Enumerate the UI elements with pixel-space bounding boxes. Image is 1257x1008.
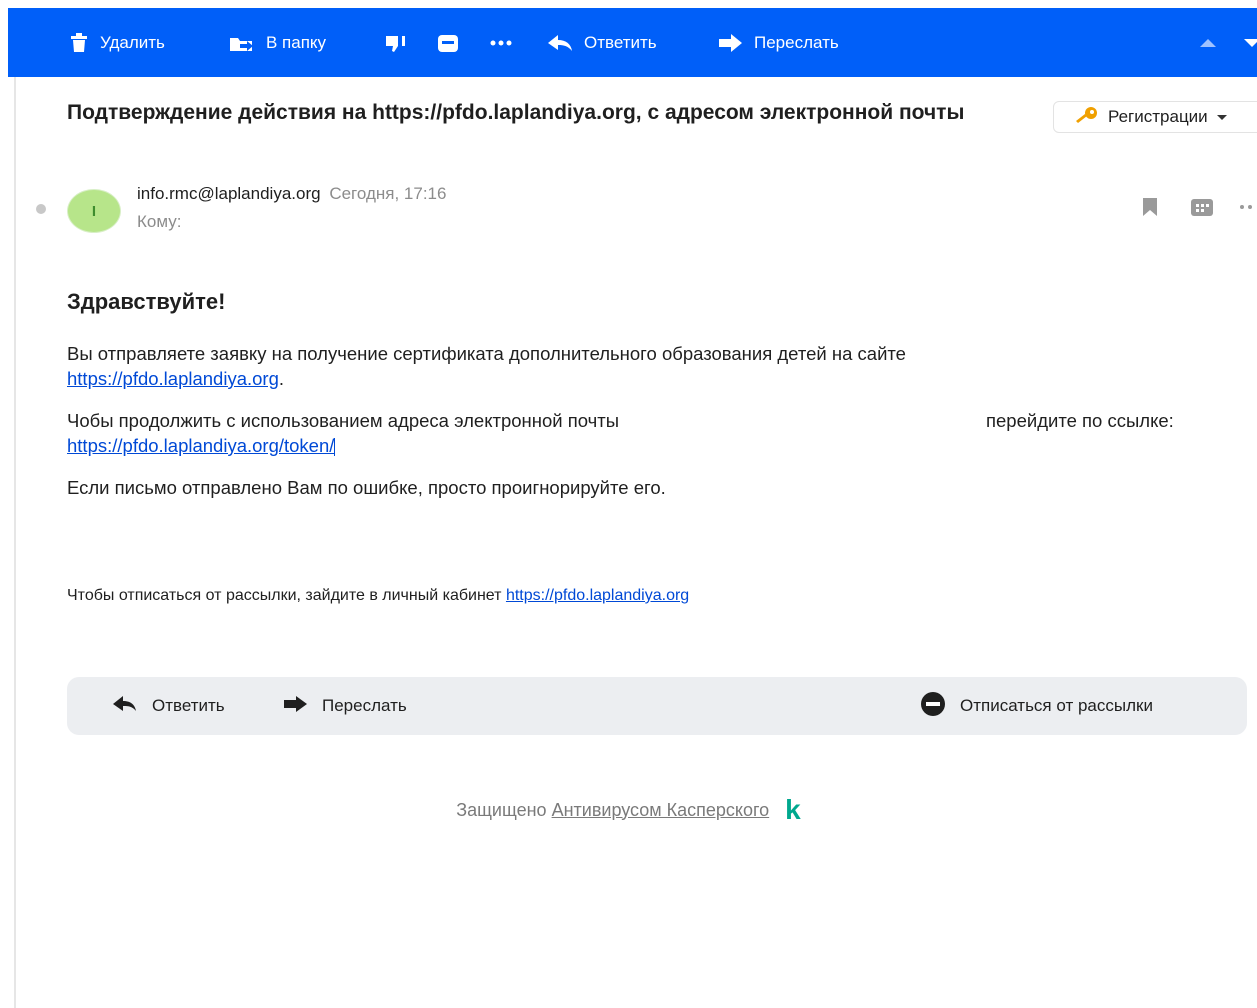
- spam-button[interactable]: [383, 8, 409, 77]
- reply-icon: [546, 32, 574, 54]
- label-dropdown[interactable]: Регистрации: [1053, 101, 1257, 133]
- unsub-text: Чтобы отписаться от рассылки, зайдите в …: [67, 587, 502, 604]
- bottom-reply-button[interactable]: Ответить: [112, 677, 225, 735]
- archive-button[interactable]: [436, 8, 460, 77]
- key-icon: [1074, 105, 1100, 130]
- quick-actions-bar: Ответить Переслать Отписаться от рассылк…: [67, 677, 1247, 735]
- more-icon: [488, 32, 514, 54]
- message-more-icon[interactable]: [1237, 196, 1257, 223]
- antivirus-link[interactable]: Антивирусом Касперского: [552, 800, 770, 820]
- token-link-line: https://pfdo.laplandiya.org/token/: [67, 433, 336, 458]
- protected-text: Защищено Антивирусом Касперского: [456, 800, 769, 821]
- scroll-up-button[interactable]: [1198, 8, 1218, 77]
- unsubscribe-note: Чтобы отписаться от рассылки, зайдите в …: [67, 587, 689, 605]
- reply-icon: [112, 694, 138, 719]
- bottom-reply-label: Ответить: [152, 696, 225, 715]
- sender-line: info.rmc@laplandiya.org Сегодня, 17:16: [137, 184, 446, 204]
- p2-after-text: перейдите по ссылке:: [986, 410, 1174, 431]
- unread-indicator[interactable]: [36, 204, 46, 214]
- sender-email[interactable]: info.rmc@laplandiya.org: [137, 184, 321, 203]
- scroll-up-icon: [1198, 32, 1218, 54]
- site-link[interactable]: https://pfdo.laplandiya.org: [67, 368, 279, 389]
- label-dropdown-text: Регистрации: [1108, 107, 1208, 126]
- body-paragraph-3: Если письмо отправлено Вам по ошибке, пр…: [67, 477, 666, 498]
- body-paragraph-1: Вы отправляете заявку на получение серти…: [67, 341, 1207, 391]
- unsubscribe-label: Отписаться от рассылки: [960, 696, 1153, 715]
- folder-label: В папку: [266, 32, 327, 52]
- calendar-icon[interactable]: [1189, 196, 1215, 223]
- trash-icon: [68, 32, 90, 54]
- spam-icon: [383, 32, 409, 54]
- minus-circle-icon: [920, 691, 946, 722]
- scroll-down-icon: [1244, 32, 1257, 54]
- reply-label: Ответить: [584, 32, 657, 52]
- folder-move-icon: [228, 32, 256, 54]
- reply-button[interactable]: Ответить: [546, 8, 657, 77]
- p1-end: .: [278, 368, 285, 389]
- message-date: Сегодня, 17:16: [329, 184, 447, 203]
- forward-button[interactable]: Переслать: [716, 8, 839, 77]
- message-subject: Подтверждение действия на https://pfdo.l…: [67, 101, 965, 124]
- p2-text: Чобы продолжить с использованием адреса …: [67, 410, 620, 431]
- message-toolbar: Удалить В папку Ответить Переслать: [8, 8, 1257, 77]
- move-to-folder-button[interactable]: В папку: [228, 8, 326, 77]
- delete-button[interactable]: Удалить: [68, 8, 165, 77]
- delete-label: Удалить: [100, 32, 165, 52]
- more-button[interactable]: [488, 8, 514, 77]
- text-cursor: [334, 438, 336, 457]
- bookmark-icon[interactable]: [1141, 196, 1159, 223]
- unsubscribe-button[interactable]: Отписаться от рассылки: [920, 677, 1153, 735]
- avatar[interactable]: I: [67, 189, 121, 233]
- forward-icon: [282, 694, 308, 719]
- forward-icon: [716, 32, 744, 54]
- scroll-down-button[interactable]: [1244, 8, 1257, 77]
- bottom-forward-label: Переслать: [322, 696, 407, 715]
- unsub-link[interactable]: https://pfdo.laplandiya.org: [506, 587, 689, 604]
- antivirus-footer: Защищено Антивирусом Касперского k: [0, 796, 1257, 824]
- bottom-forward-button[interactable]: Переслать: [282, 677, 407, 735]
- left-divider: [14, 77, 16, 1008]
- token-link[interactable]: https://pfdo.laplandiya.org/token/: [67, 435, 334, 456]
- archive-icon: [436, 32, 460, 54]
- forward-label: Переслать: [754, 32, 839, 52]
- recipient-label: Кому:: [137, 212, 182, 231]
- p1-text: Вы отправляете заявку на получение серти…: [67, 343, 906, 364]
- chevron-down-icon: [1216, 107, 1228, 127]
- kaspersky-logo: k: [785, 794, 801, 825]
- greeting-heading: Здравствуйте!: [67, 289, 226, 314]
- protected-label: Защищено: [456, 799, 547, 820]
